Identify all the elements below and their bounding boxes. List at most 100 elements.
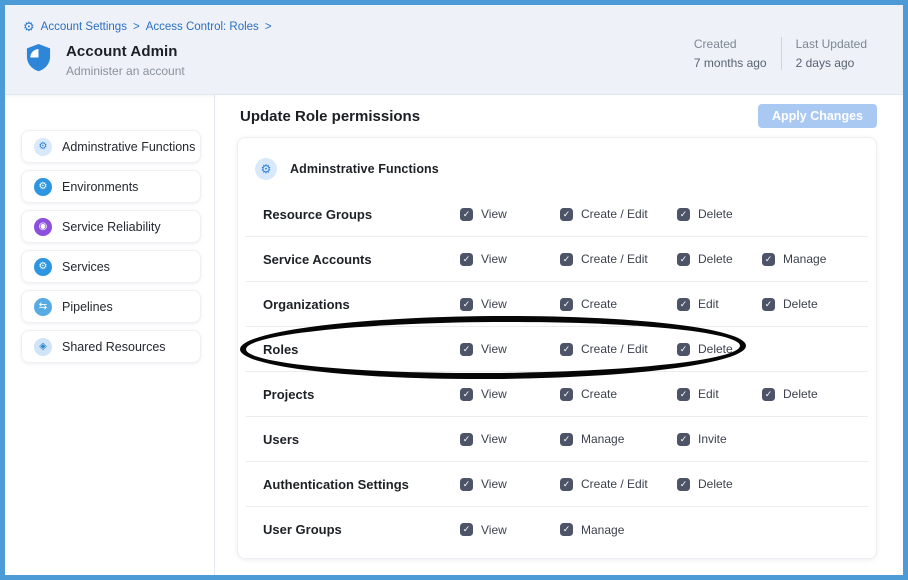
checkbox-checked-icon[interactable]: [560, 208, 573, 221]
check-label: Create / Edit: [581, 252, 648, 266]
permission-organizations-view: View: [460, 297, 560, 311]
checkbox-checked-icon[interactable]: [560, 298, 573, 311]
shield-icon: [25, 43, 52, 72]
sidebar-item-service-reliability[interactable]: ◉ Service Reliability: [21, 210, 201, 243]
last-updated-block: Last Updated 2 days ago: [782, 37, 881, 70]
permission-row-organizations: Organizations View Create Edit Delete: [246, 282, 868, 327]
sidebar-item-label: Services: [62, 260, 110, 274]
permission-service-accounts-delete: Delete: [677, 252, 762, 266]
sidebar-item-label: Service Reliability: [62, 220, 161, 234]
resource-label: Organizations: [246, 297, 460, 312]
sidebar-item-shared-resources[interactable]: ◈ Shared Resources: [21, 330, 201, 363]
checkbox-checked-icon[interactable]: [677, 253, 690, 266]
checkbox-checked-icon[interactable]: [460, 208, 473, 221]
checkbox-checked-icon[interactable]: [677, 343, 690, 356]
checkbox-checked-icon[interactable]: [460, 343, 473, 356]
permission-row-authentication-settings: Authentication Settings View Create / Ed…: [246, 462, 868, 507]
check-label: View: [481, 342, 507, 356]
checkbox-checked-icon[interactable]: [560, 388, 573, 401]
permission-roles-view: View: [460, 342, 560, 356]
permission-authentication-settings-view: View: [460, 477, 560, 491]
sidebar-item-adminstrative-functions[interactable]: ⚙ Adminstrative Functions: [21, 130, 201, 163]
permission-organizations-create: Create: [560, 297, 677, 311]
checkbox-checked-icon[interactable]: [677, 433, 690, 446]
sidebar-item-label: Environments: [62, 180, 138, 194]
permission-row-projects: Projects View Create Edit Delete: [246, 372, 868, 417]
section-header: ⚙ Adminstrative Functions: [238, 154, 876, 184]
resource-label: Service Accounts: [246, 252, 460, 267]
created-value: 7 months ago: [694, 56, 767, 70]
permission-row-users: Users View Manage Invite: [246, 417, 868, 462]
apply-changes-button[interactable]: Apply Changes: [758, 104, 877, 128]
breadcrumb-account-settings[interactable]: Account Settings: [41, 21, 127, 33]
resource-label: Authentication Settings: [246, 477, 460, 492]
services-gear-icon: ⚙: [34, 258, 52, 276]
checkbox-checked-icon[interactable]: [460, 478, 473, 491]
permission-row-service-accounts: Service Accounts View Create / Edit Dele…: [246, 237, 868, 282]
permission-resource-groups-delete: Delete: [677, 207, 762, 221]
check-label: Manage: [581, 523, 624, 537]
breadcrumb-separator: >: [133, 21, 140, 33]
check-label: Invite: [698, 432, 727, 446]
checkbox-checked-icon[interactable]: [762, 253, 775, 266]
checkbox-checked-icon[interactable]: [560, 523, 573, 536]
permission-projects-view: View: [460, 387, 560, 401]
checkbox-checked-icon[interactable]: [460, 388, 473, 401]
page-body: ⚙ Adminstrative Functions ⚙ Environments…: [5, 95, 903, 575]
main-panel: Update Role permissions Apply Changes ⚙ …: [215, 95, 903, 575]
resource-label: Users: [246, 432, 460, 447]
check-label: Edit: [698, 387, 719, 401]
checkbox-checked-icon[interactable]: [460, 523, 473, 536]
section-title: Adminstrative Functions: [290, 162, 439, 176]
check-label: Delete: [698, 252, 733, 266]
permission-authentication-settings-create-edit: Create / Edit: [560, 477, 677, 491]
sidebar-item-label: Adminstrative Functions: [62, 140, 195, 154]
main-panel-header: Update Role permissions Apply Changes: [215, 95, 903, 137]
check-label: Delete: [698, 342, 733, 356]
checkbox-checked-icon[interactable]: [460, 253, 473, 266]
check-label: Delete: [783, 297, 818, 311]
gear-icon: ⚙: [23, 20, 35, 33]
checkbox-checked-icon[interactable]: [560, 478, 573, 491]
permission-organizations-delete: Delete: [762, 297, 868, 311]
breadcrumb-access-control-roles[interactable]: Access Control: Roles: [146, 21, 259, 33]
check-label: Create: [581, 297, 617, 311]
created-block: Created 7 months ago: [680, 37, 781, 70]
sidebar-item-pipelines[interactable]: ⇆ Pipelines: [21, 290, 201, 323]
last-updated-value: 2 days ago: [796, 56, 867, 70]
check-label: Create / Edit: [581, 342, 648, 356]
check-label: View: [481, 252, 507, 266]
check-label: View: [481, 477, 507, 491]
permission-organizations-edit: Edit: [677, 297, 762, 311]
check-label: Create / Edit: [581, 477, 648, 491]
permission-projects-edit: Edit: [677, 387, 762, 401]
permission-service-accounts-view: View: [460, 252, 560, 266]
resource-label: Roles: [246, 342, 460, 357]
checkbox-checked-icon[interactable]: [560, 253, 573, 266]
permission-users-manage: Manage: [560, 432, 677, 446]
checkbox-checked-icon[interactable]: [677, 478, 690, 491]
resource-label: Resource Groups: [246, 207, 460, 222]
permission-row-roles: Roles View Create / Edit Delete: [246, 327, 868, 372]
checkbox-checked-icon[interactable]: [677, 388, 690, 401]
checkbox-checked-icon[interactable]: [762, 388, 775, 401]
checkbox-checked-icon[interactable]: [560, 343, 573, 356]
created-label: Created: [694, 37, 767, 51]
sidebar-item-environments[interactable]: ⚙ Environments: [21, 170, 201, 203]
environments-gear-icon: ⚙: [34, 178, 52, 196]
checkbox-checked-icon[interactable]: [677, 208, 690, 221]
checkbox-checked-icon[interactable]: [762, 298, 775, 311]
checkbox-checked-icon[interactable]: [460, 433, 473, 446]
check-label: Create / Edit: [581, 207, 648, 221]
checkbox-checked-icon[interactable]: [560, 433, 573, 446]
check-label: Delete: [698, 207, 733, 221]
checkbox-checked-icon[interactable]: [460, 298, 473, 311]
checkbox-checked-icon[interactable]: [677, 298, 690, 311]
check-label: Delete: [783, 387, 818, 401]
breadcrumb-separator: >: [265, 21, 272, 33]
page-subtitle: Administer an account: [66, 64, 185, 78]
permission-resource-groups-create-edit: Create / Edit: [560, 207, 677, 221]
role-meta: Created 7 months ago Last Updated 2 days…: [680, 37, 881, 70]
screenshot-frame: ⚙ Account Settings > Access Control: Rol…: [0, 0, 908, 580]
sidebar-item-services[interactable]: ⚙ Services: [21, 250, 201, 283]
